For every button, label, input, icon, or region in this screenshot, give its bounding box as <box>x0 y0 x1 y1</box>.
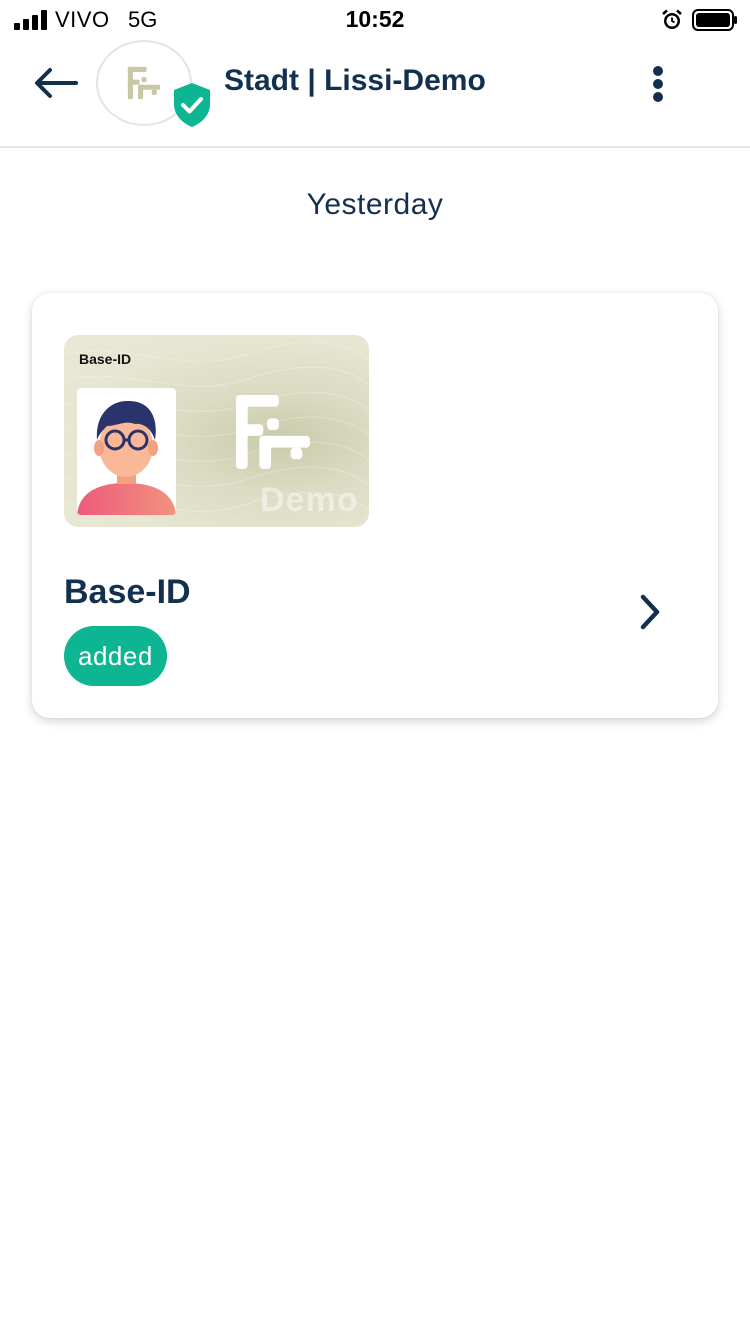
battery-icon <box>692 9 737 31</box>
id-card-preview: Base-ID Demo <box>64 335 369 527</box>
status-bar: VIVO 5G 10:52 <box>0 0 750 40</box>
id-portrait <box>77 388 176 515</box>
more-vertical-icon <box>653 66 663 76</box>
status-badge: added <box>64 626 167 686</box>
credential-title: Base-ID <box>64 573 191 611</box>
id-card-label: Base-ID <box>79 351 132 367</box>
more-options-button[interactable] <box>640 62 676 106</box>
chevron-right-icon[interactable] <box>636 593 664 631</box>
person-avatar-icon <box>77 400 176 515</box>
issuer-logo-icon <box>127 66 161 100</box>
demo-logo-icon <box>235 394 311 470</box>
id-card-watermark: Demo <box>260 481 359 519</box>
back-button[interactable] <box>30 62 82 104</box>
alarm-icon <box>662 9 682 29</box>
app-header: Stadt | Lissi-Demo <box>0 40 750 148</box>
clock: 10:52 <box>345 6 405 32</box>
credential-card[interactable]: Base-ID Demo Base-ID added <box>32 293 718 718</box>
verified-shield-icon <box>174 83 210 127</box>
back-arrow-icon <box>35 68 78 98</box>
page-title: Stadt | Lissi-Demo <box>224 64 486 97</box>
date-section-label: Yesterday <box>306 188 444 221</box>
